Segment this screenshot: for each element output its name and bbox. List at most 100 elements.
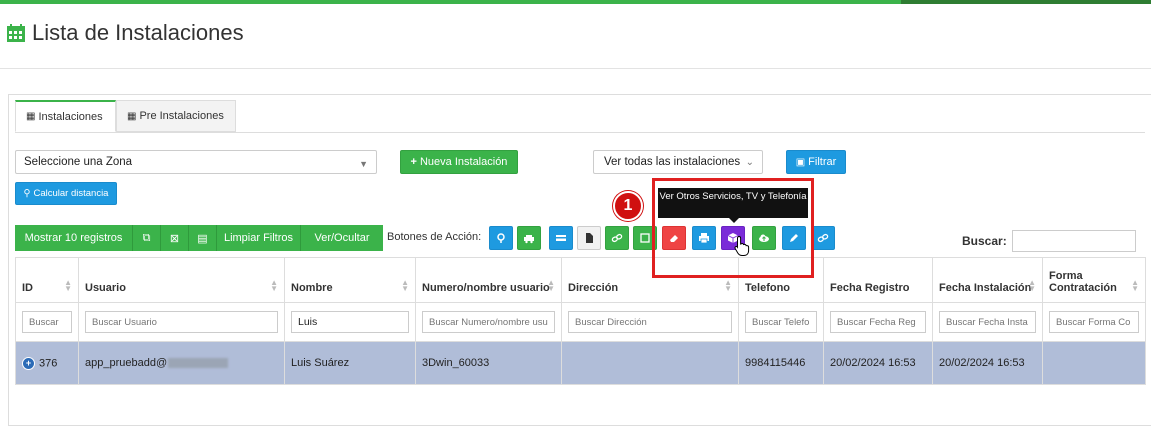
hand-cursor-icon xyxy=(734,235,750,256)
tab-pre-instalaciones[interactable]: ▦ Pre Instalaciones xyxy=(116,100,236,132)
tab-instalaciones[interactable]: ▦ Instalaciones xyxy=(15,100,116,132)
excel-button[interactable]: ⊠ xyxy=(161,225,189,251)
filter-input-direccion[interactable] xyxy=(568,311,732,333)
credit-card-icon xyxy=(556,235,566,241)
filter-cell xyxy=(415,302,562,342)
calendar-icon: ▦ xyxy=(26,111,36,122)
cell-text: 20/02/2024 16:53 xyxy=(830,357,916,369)
column-header-id[interactable]: ID ▲ ▼ xyxy=(15,257,79,303)
show-hide-button[interactable]: Ver/Ocultar xyxy=(301,225,383,251)
chain-icon xyxy=(817,233,829,243)
calculate-distance-label: Calcular distancia xyxy=(33,188,109,199)
tab-label: Pre Instalaciones xyxy=(139,110,224,122)
excel-icon: ⊠ xyxy=(169,232,180,245)
cell-nombre: Luis Suárez xyxy=(284,341,416,385)
cell-forma-contratacion xyxy=(1042,341,1146,385)
clear-filters-button[interactable]: Limpiar Filtros xyxy=(217,225,301,251)
file-icon xyxy=(586,233,593,243)
filter-input-telefono[interactable] xyxy=(745,311,817,333)
annotation-step-badge: 1 xyxy=(613,191,643,221)
cell-text: 9984115446 xyxy=(745,357,806,369)
map-marker-icon xyxy=(497,233,505,243)
zone-select-value: Seleccione una Zona xyxy=(24,156,133,168)
column-label: Telefono xyxy=(745,282,791,294)
column-label: Dirección xyxy=(568,282,619,294)
new-install-label: Nueva Instalación xyxy=(419,156,508,168)
column-label: Numero/nombre usuario xyxy=(422,282,550,294)
sort-icon: ▲ ▼ xyxy=(270,278,278,293)
filter-input-usuario[interactable] xyxy=(85,311,278,333)
cell-telefono: 9984115446 xyxy=(738,341,824,385)
cell-numero: 3Dwin_60033 xyxy=(415,341,562,385)
link-icon xyxy=(611,233,623,243)
cell-text: 3Dwin_60033 xyxy=(422,357,490,369)
tooltip-text: Ver Otros Servicios, TV y Telefonía xyxy=(659,191,807,202)
show-records-button[interactable]: Mostrar 10 registros xyxy=(15,225,133,251)
filter-cell xyxy=(823,302,933,342)
column-header-nombre[interactable]: Nombre ▲ ▼ xyxy=(284,257,416,303)
filter-cell xyxy=(15,302,79,342)
filter-button[interactable]: ▣ Filtrar xyxy=(786,150,846,174)
column-header-numero[interactable]: Numero/nombre usuario ▲ ▼ xyxy=(415,257,562,303)
search-label: Buscar: xyxy=(962,234,1007,248)
title-divider xyxy=(0,68,1151,69)
column-header-forma-contratacion[interactable]: Forma Contratación ▲ ▼ xyxy=(1042,257,1146,303)
zone-select[interactable]: Seleccione una Zona ▼ xyxy=(15,150,377,174)
cell-fecha-instalacion: 20/02/2024 16:53 xyxy=(932,341,1043,385)
action-link-button[interactable] xyxy=(605,226,629,250)
column-header-fecha-instalacion[interactable]: Fecha Instalación ▲ ▼ xyxy=(932,257,1043,303)
cell-text: 376 xyxy=(39,356,58,369)
action-location-button[interactable] xyxy=(489,226,513,250)
sort-icon: ▲ ▼ xyxy=(1131,278,1139,293)
expand-row-icon[interactable]: + xyxy=(22,356,35,370)
tab-label: Instalaciones xyxy=(38,110,103,123)
view-select[interactable]: Ver todas las instalaciones ⌄ xyxy=(593,150,763,174)
calculate-distance-button[interactable]: ⚲ Calcular distancia xyxy=(15,182,117,205)
filter-input-id[interactable] xyxy=(22,311,72,333)
column-header-usuario[interactable]: Usuario ▲ ▼ xyxy=(78,257,285,303)
car-icon xyxy=(524,235,534,244)
column-header-fecha-registro[interactable]: Fecha Registro xyxy=(823,257,933,303)
column-label: Usuario xyxy=(85,282,126,294)
action-car-button[interactable] xyxy=(517,226,541,250)
table-header-row: ID ▲ ▼ Usuario ▲ ▼ Nombre ▲ ▼ Numero/nombre us… xyxy=(15,257,1146,303)
redacted-text xyxy=(168,358,229,369)
search-input[interactable] xyxy=(1012,230,1136,252)
new-install-button[interactable]: + Nueva Instalación xyxy=(400,150,518,174)
plus-icon: + xyxy=(410,156,417,168)
badge-number: 1 xyxy=(623,197,633,214)
sort-icon: ▲ ▼ xyxy=(724,278,732,293)
copy-button[interactable]: ⧉ xyxy=(133,225,161,251)
table-row[interactable]: +376 app_pruebadd@ Luis Suárez 3Dwin_600… xyxy=(15,341,1146,385)
action-document-button[interactable] xyxy=(577,226,601,250)
calendar-icon: ▦ xyxy=(127,110,137,122)
filter-cell xyxy=(1042,302,1146,342)
table-toolbar: Mostrar 10 registros ⧉ ⊠ ▤ Limpiar Filtr… xyxy=(15,225,383,251)
document-icon: ▤ xyxy=(197,232,208,245)
filter-row xyxy=(15,302,1146,342)
filter-cell xyxy=(932,302,1043,342)
page-title: Lista de Instalaciones xyxy=(6,20,244,46)
top-accent-bar xyxy=(0,0,1151,4)
filter-input-forma-contratacion[interactable] xyxy=(1049,311,1139,333)
page-title-text: Lista de Instalaciones xyxy=(32,20,244,45)
sort-icon: ▲ ▼ xyxy=(547,278,555,293)
filter-cell xyxy=(78,302,285,342)
clear-filters-label: Limpiar Filtros xyxy=(223,232,294,244)
filter-input-fecha-registro[interactable] xyxy=(830,311,926,333)
filter-input-nombre[interactable] xyxy=(291,311,409,333)
view-select-value: Ver todas las instalaciones xyxy=(604,156,741,168)
pdf-button[interactable]: ▤ xyxy=(189,225,217,251)
tooltip: Ver Otros Servicios, TV y Telefonía xyxy=(658,188,808,223)
filter-input-numero[interactable] xyxy=(422,311,555,333)
filter-input-fecha-instalacion[interactable] xyxy=(939,311,1036,333)
image-icon xyxy=(640,233,650,243)
cell-text: Luis Suárez xyxy=(291,357,350,369)
column-label: Nombre xyxy=(291,282,333,294)
action-card-button[interactable] xyxy=(549,226,573,250)
column-label: ID xyxy=(22,282,33,294)
top-accent-bar-dark xyxy=(901,0,1151,4)
cell-text: 20/02/2024 16:53 xyxy=(939,357,1025,369)
show-hide-label: Ver/Ocultar xyxy=(314,232,370,244)
action-unlink-button[interactable] xyxy=(811,226,835,250)
